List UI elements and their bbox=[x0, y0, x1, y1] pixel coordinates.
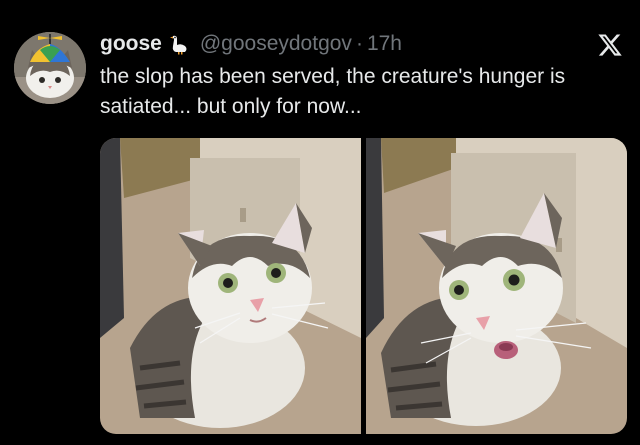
handle[interactable]: @gooseydotgov bbox=[200, 32, 352, 56]
avatar[interactable] bbox=[14, 32, 86, 104]
x-logo-icon bbox=[597, 32, 623, 58]
separator-dot: · bbox=[355, 32, 363, 55]
display-name[interactable]: goose bbox=[100, 32, 162, 56]
goose-emoji-icon bbox=[168, 33, 190, 55]
cat-photo-left[interactable] bbox=[100, 138, 361, 434]
tweet-header: goose @gooseydotgov · 17h bbox=[100, 30, 402, 58]
tweet-text: the slop has been served, the creature's… bbox=[100, 65, 566, 118]
media-grid bbox=[100, 138, 627, 434]
timestamp[interactable]: 17h bbox=[367, 32, 402, 56]
cat-photo-right[interactable] bbox=[366, 138, 627, 434]
